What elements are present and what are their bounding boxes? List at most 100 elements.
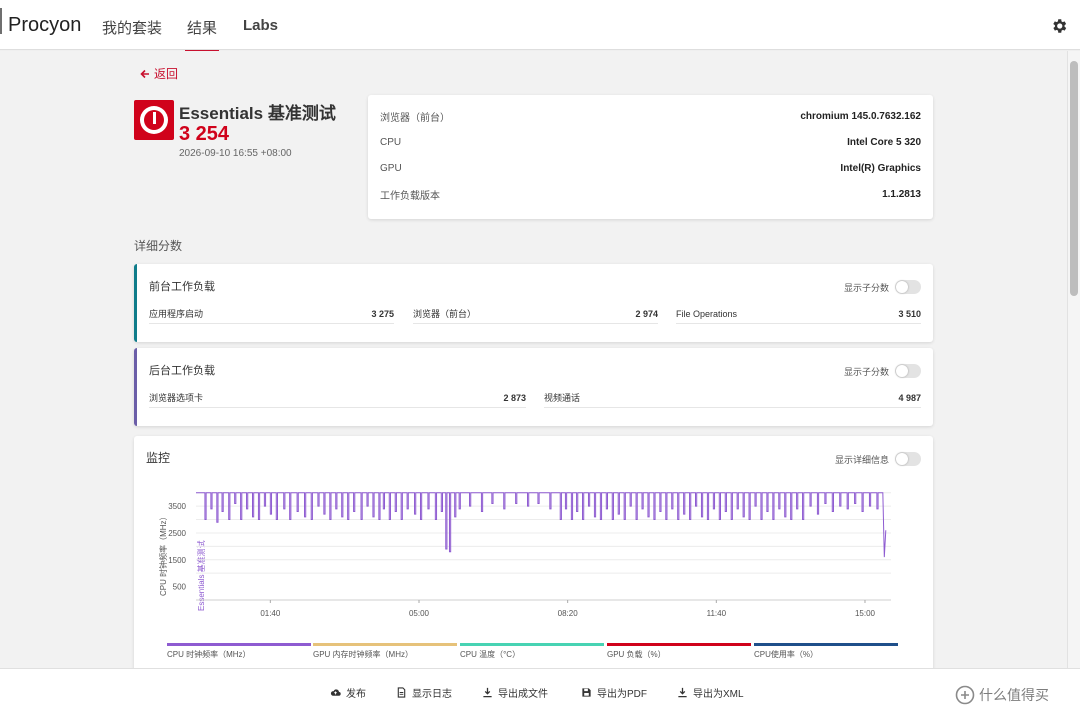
toggle-label: 显示子分数 bbox=[843, 282, 889, 293]
info-value: Intel(R) Graphics bbox=[840, 162, 921, 174]
y-tick-label: 1500 bbox=[168, 556, 186, 565]
toggle-switch[interactable] bbox=[895, 364, 921, 378]
save-icon bbox=[582, 688, 591, 697]
subscore-item: 浏览器（前台） 2 974 bbox=[413, 304, 658, 324]
series-line-cpu-clock bbox=[196, 492, 887, 558]
info-label: CPU bbox=[380, 136, 402, 148]
legend-swatch bbox=[460, 643, 604, 646]
info-row-cpu: CPU Intel Core 5 320 bbox=[380, 129, 921, 155]
detail-scores-heading: 详细分数 bbox=[134, 239, 183, 253]
tab-labs[interactable]: Labs bbox=[243, 17, 278, 34]
card-accent bbox=[134, 348, 137, 426]
benchmark-datetime: 2026-09-10 16:55 +08:00 bbox=[179, 148, 292, 159]
legend-item[interactable]: GPU 负载（%） bbox=[607, 643, 751, 661]
export-pdf-label: 导出为PDF bbox=[597, 689, 647, 700]
workload-title: 后台工作负载 bbox=[149, 365, 215, 377]
export-xml-button[interactable]: 导出为XML bbox=[677, 685, 744, 700]
top-navigation-bar: Procyon 我的套装 结果 Labs bbox=[0, 0, 1080, 52]
window-edge bbox=[0, 8, 2, 34]
download-icon bbox=[678, 687, 687, 698]
tab-my-suites[interactable]: 我的套装 bbox=[102, 17, 162, 38]
download-icon bbox=[483, 687, 492, 698]
benchmark-title: Essentials 基准测试 bbox=[179, 104, 336, 123]
info-label: GPU bbox=[380, 162, 402, 174]
footer-toolbar: 发布 显示日志 导出成文件 导出为PDF 导出为XML 什么值得买 bbox=[0, 668, 1080, 712]
card-accent bbox=[134, 264, 137, 342]
info-value: Intel Core 5 320 bbox=[847, 136, 921, 148]
subscore-label: File Operations bbox=[676, 308, 738, 319]
y-tick-label: 3500 bbox=[168, 502, 186, 511]
y-tick-label: 2500 bbox=[168, 529, 186, 538]
x-tick-label: 05:00 bbox=[409, 609, 430, 618]
back-link[interactable]: 返回 bbox=[140, 65, 178, 82]
x-tick-label: 11:40 bbox=[707, 609, 727, 618]
show-subscores-toggle[interactable]: 显示子分数 bbox=[844, 364, 921, 378]
background-workload-card: 后台工作负载 显示子分数 浏览器选项卡 2 873 视频通话 4 987 bbox=[134, 348, 933, 426]
subscore-label: 应用程序启动 bbox=[149, 309, 204, 319]
show-subscores-toggle[interactable]: 显示子分数 bbox=[844, 280, 921, 294]
subscore-label: 浏览器（前台） bbox=[413, 309, 477, 319]
document-icon bbox=[397, 687, 406, 698]
subscore-label: 浏览器选项卡 bbox=[149, 393, 204, 403]
benchmark-logo bbox=[134, 100, 174, 140]
watermark-logo-icon bbox=[955, 685, 975, 705]
publish-label: 发布 bbox=[346, 689, 366, 700]
back-label: 返回 bbox=[154, 67, 179, 81]
legend-item[interactable]: CPU使用率（%） bbox=[754, 643, 898, 661]
arrow-left-icon bbox=[140, 69, 149, 78]
legend-swatch bbox=[313, 643, 457, 646]
toggle-switch[interactable] bbox=[895, 280, 921, 294]
y-tick-label: 500 bbox=[173, 583, 187, 592]
watermark-text: 什么值得买 bbox=[979, 687, 1049, 703]
legend-swatch bbox=[167, 643, 311, 646]
info-row-browser: 浏览器（前台） chromium 145.0.7632.162 bbox=[380, 103, 921, 129]
legend-label: CPU使用率（%） bbox=[754, 650, 819, 659]
info-label: 浏览器（前台） bbox=[380, 112, 450, 124]
subscore-value: 2 873 bbox=[503, 392, 526, 403]
publish-button[interactable]: 发布 bbox=[330, 685, 366, 700]
export-pdf-button[interactable]: 导出为PDF bbox=[581, 685, 647, 700]
system-info-card: 浏览器（前台） chromium 145.0.7632.162 CPU Inte… bbox=[368, 95, 933, 219]
results-page: 返回 Essentials 基准测试 3 254 2026-09-10 16:5… bbox=[0, 51, 1067, 668]
info-value: chromium 145.0.7632.162 bbox=[800, 110, 921, 122]
subscore-value: 3 275 bbox=[371, 308, 394, 319]
app-brand: Procyon bbox=[8, 14, 82, 36]
show-log-label: 显示日志 bbox=[412, 689, 452, 700]
legend-item[interactable]: GPU 内存时钟频率（MHz） bbox=[313, 643, 457, 661]
monitoring-card: 监控 显示详细信息 CPU 时钟频率（MHz） Essentials 基准测试 … bbox=[134, 436, 933, 668]
subscore-value: 4 987 bbox=[898, 392, 921, 403]
subscore-item: File Operations 3 510 bbox=[676, 304, 921, 324]
toggle-label: 显示子分数 bbox=[843, 366, 889, 377]
subscore-item: 应用程序启动 3 275 bbox=[149, 304, 394, 324]
workload-title: 前台工作负载 bbox=[149, 281, 215, 293]
legend-label: GPU 内存时钟频率（MHz） bbox=[313, 650, 413, 659]
legend-label: CPU 温度（°C） bbox=[460, 650, 521, 659]
info-row-workload-version: 工作负载版本 1.1.2813 bbox=[380, 181, 921, 207]
info-label: 工作负载版本 bbox=[380, 190, 440, 202]
subscore-item: 浏览器选项卡 2 873 bbox=[149, 388, 526, 408]
subscore-value: 2 974 bbox=[635, 308, 658, 319]
scrollbar-thumb[interactable] bbox=[1070, 61, 1078, 296]
legend-item[interactable]: CPU 时钟频率（MHz） bbox=[167, 643, 311, 661]
tab-results[interactable]: 结果 bbox=[184, 17, 220, 52]
foreground-workload-card: 前台工作负载 显示子分数 应用程序启动 3 275 浏览器（前台） 2 974 … bbox=[134, 264, 933, 342]
legend-item[interactable]: CPU 温度（°C） bbox=[460, 643, 604, 661]
legend-label: GPU 负载（%） bbox=[607, 650, 666, 659]
subscore-value: 3 510 bbox=[898, 308, 921, 319]
legend-swatch bbox=[754, 643, 898, 646]
monitoring-chart: 500 1500 2500 3500 01:40 05:00 08:20 11:40 15:00 bbox=[168, 492, 891, 618]
x-tick-label: 15:00 bbox=[855, 609, 876, 618]
x-tick-label: 01:40 bbox=[260, 609, 281, 618]
info-value: 1.1.2813 bbox=[882, 188, 921, 200]
export-xml-label: 导出为XML bbox=[693, 689, 744, 700]
vertical-scrollbar[interactable] bbox=[1067, 51, 1080, 668]
subscore-label: 视频通话 bbox=[544, 393, 581, 403]
benchmark-score: 3 254 bbox=[179, 123, 230, 145]
watermark: 什么值得买 bbox=[955, 685, 1049, 705]
x-tick-label: 08:20 bbox=[558, 609, 579, 618]
export-file-button[interactable]: 导出成文件 bbox=[482, 685, 548, 700]
show-log-button[interactable]: 显示日志 bbox=[396, 685, 452, 700]
legend-swatch bbox=[607, 643, 751, 646]
gear-icon[interactable] bbox=[1050, 17, 1068, 35]
export-file-label: 导出成文件 bbox=[498, 689, 548, 700]
